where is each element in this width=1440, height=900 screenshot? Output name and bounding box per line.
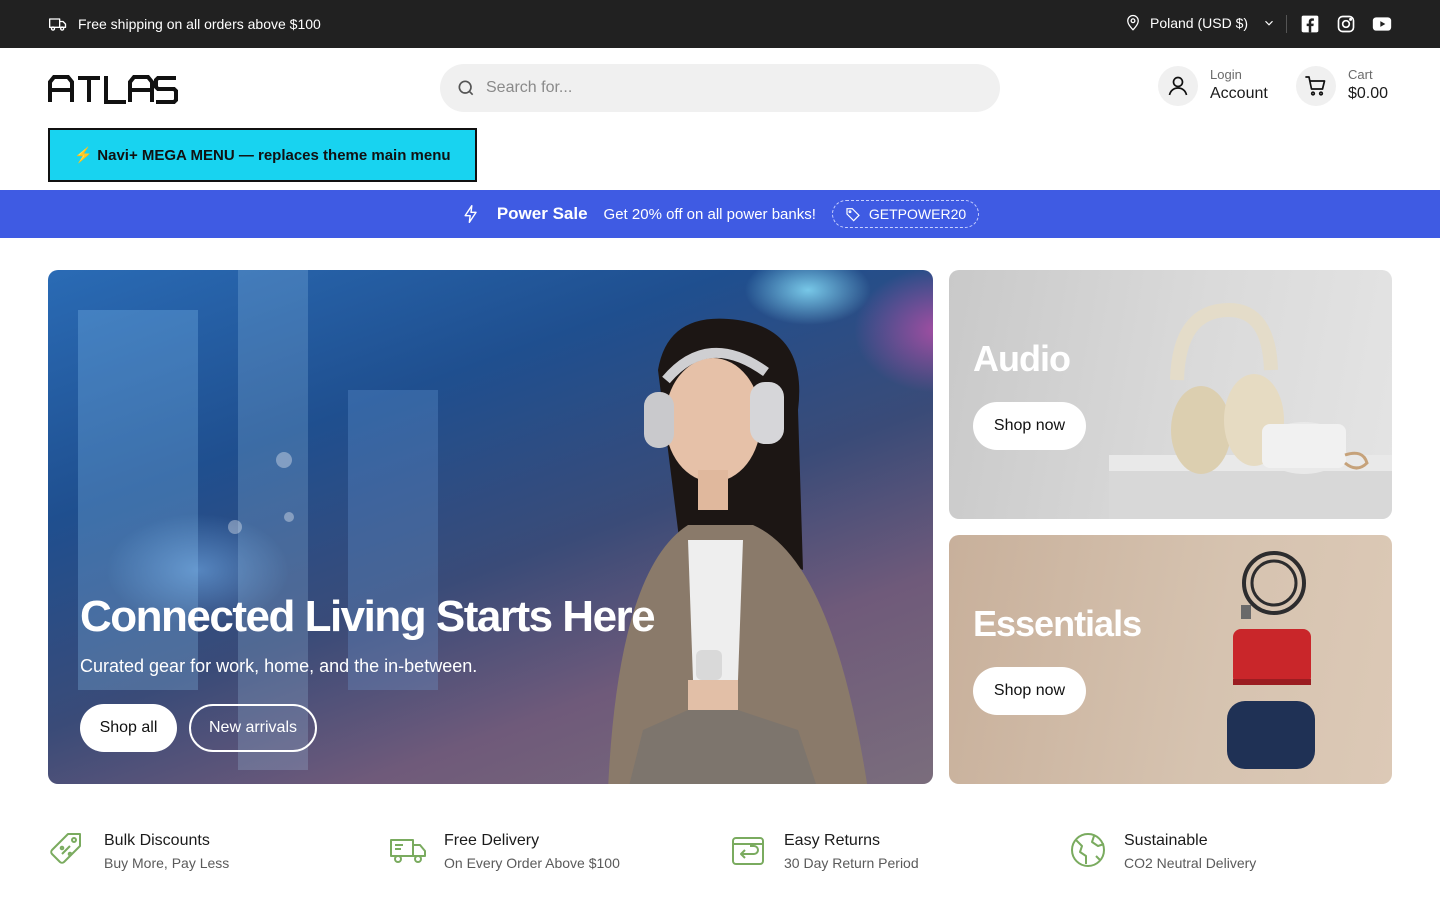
headphones-speaker-image bbox=[1109, 302, 1392, 519]
feature-free-delivery: Free Delivery On Every Order Above $100 bbox=[388, 830, 620, 874]
instagram-icon[interactable] bbox=[1336, 14, 1356, 34]
globe-icon bbox=[1071, 833, 1105, 867]
return-box-icon bbox=[732, 837, 764, 865]
feature-easy-returns: Easy Returns 30 Day Return Period bbox=[728, 830, 919, 874]
cart-icon-wrapper bbox=[1296, 66, 1336, 106]
promo-title: Power Sale bbox=[496, 204, 588, 223]
essentials-category-tile[interactable]: Essentials Shop now bbox=[949, 535, 1392, 784]
topbar-divider bbox=[1286, 15, 1287, 33]
cart-icon bbox=[1305, 76, 1326, 96]
hero-subtitle: Curated gear for work, home, and the in-… bbox=[80, 656, 478, 676]
feature-title: Sustainable bbox=[1124, 832, 1208, 849]
woman-with-headphones-image bbox=[608, 318, 868, 784]
promo-bar: Power Sale Get 20% off on all power bank… bbox=[0, 190, 1440, 238]
facebook-icon[interactable] bbox=[1300, 14, 1320, 34]
feature-subtitle: CO2 Neutral Delivery bbox=[1124, 855, 1257, 871]
tag-icon bbox=[846, 208, 860, 222]
shipping-text: Free shipping on all orders above $100 bbox=[78, 16, 321, 32]
audio-category-tile[interactable]: Audio Shop now bbox=[949, 270, 1392, 519]
user-icon bbox=[1168, 76, 1188, 96]
mega-menu-button[interactable]: ⚡ Navi+ MEGA MENU — replaces theme main … bbox=[48, 128, 477, 182]
hero-banner[interactable]: Connected Living Starts Here Curated gea… bbox=[48, 270, 933, 784]
cart-small-label: Cart bbox=[1348, 67, 1373, 82]
search-input[interactable] bbox=[486, 79, 966, 97]
background-building bbox=[238, 270, 308, 770]
essentials-title: Essentials bbox=[973, 603, 1142, 644]
bokeh-light bbox=[228, 520, 242, 534]
account-small-label: Login bbox=[1210, 67, 1242, 82]
cart-link[interactable]: Cart $0.00 bbox=[1296, 66, 1388, 106]
background-building bbox=[348, 390, 438, 690]
delivery-truck-icon bbox=[49, 18, 67, 31]
chevron-down-icon bbox=[1265, 20, 1273, 26]
feature-sustainable: Sustainable CO2 Neutral Delivery bbox=[1068, 830, 1256, 874]
feature-title: Easy Returns bbox=[784, 832, 881, 849]
youtube-icon[interactable] bbox=[1370, 14, 1394, 34]
audio-shop-now-button[interactable]: Shop now bbox=[973, 402, 1086, 450]
feature-subtitle: On Every Order Above $100 bbox=[444, 855, 620, 871]
bokeh-light bbox=[276, 452, 292, 468]
bokeh-light bbox=[284, 512, 294, 522]
feature-bulk-discounts: Bulk Discounts Buy More, Pay Less bbox=[48, 830, 229, 874]
account-link[interactable]: Login Account bbox=[1158, 66, 1268, 106]
search-bar[interactable] bbox=[440, 64, 1000, 112]
accessories-image bbox=[1227, 551, 1315, 769]
location-pin-icon bbox=[1127, 14, 1139, 31]
essentials-shop-now-button[interactable]: Shop now bbox=[973, 667, 1086, 715]
feature-title: Bulk Discounts bbox=[104, 832, 210, 849]
hero-title: Connected Living Starts Here bbox=[80, 592, 656, 641]
promo-code: GETPOWER20 bbox=[868, 206, 967, 222]
search-icon bbox=[458, 80, 474, 96]
shipping-notice: Free shipping on all orders above $100 bbox=[48, 14, 321, 34]
feature-title: Free Delivery bbox=[444, 832, 540, 849]
lightning-icon bbox=[464, 204, 477, 224]
discount-tag-icon bbox=[50, 833, 81, 864]
announcement-bar: Free shipping on all orders above $100 P… bbox=[0, 0, 1440, 48]
feature-subtitle: 30 Day Return Period bbox=[784, 855, 919, 871]
atlas-logo[interactable] bbox=[48, 74, 178, 104]
account-avatar bbox=[1158, 66, 1198, 106]
cart-total: $0.00 bbox=[1348, 85, 1389, 102]
promo-text: Get 20% off on all power banks! bbox=[603, 205, 816, 223]
region-label: Poland (USD $) bbox=[1150, 15, 1249, 31]
account-label: Account bbox=[1210, 85, 1268, 102]
shop-all-button[interactable]: Shop all bbox=[80, 704, 177, 752]
new-arrivals-button[interactable]: New arrivals bbox=[189, 704, 317, 752]
feature-subtitle: Buy More, Pay Less bbox=[104, 855, 230, 871]
region-selector[interactable]: Poland (USD $) bbox=[1124, 14, 1276, 32]
promo-code-chip[interactable]: GETPOWER20 bbox=[831, 200, 980, 228]
delivery-truck-icon bbox=[390, 839, 426, 863]
audio-title: Audio bbox=[973, 338, 1071, 379]
